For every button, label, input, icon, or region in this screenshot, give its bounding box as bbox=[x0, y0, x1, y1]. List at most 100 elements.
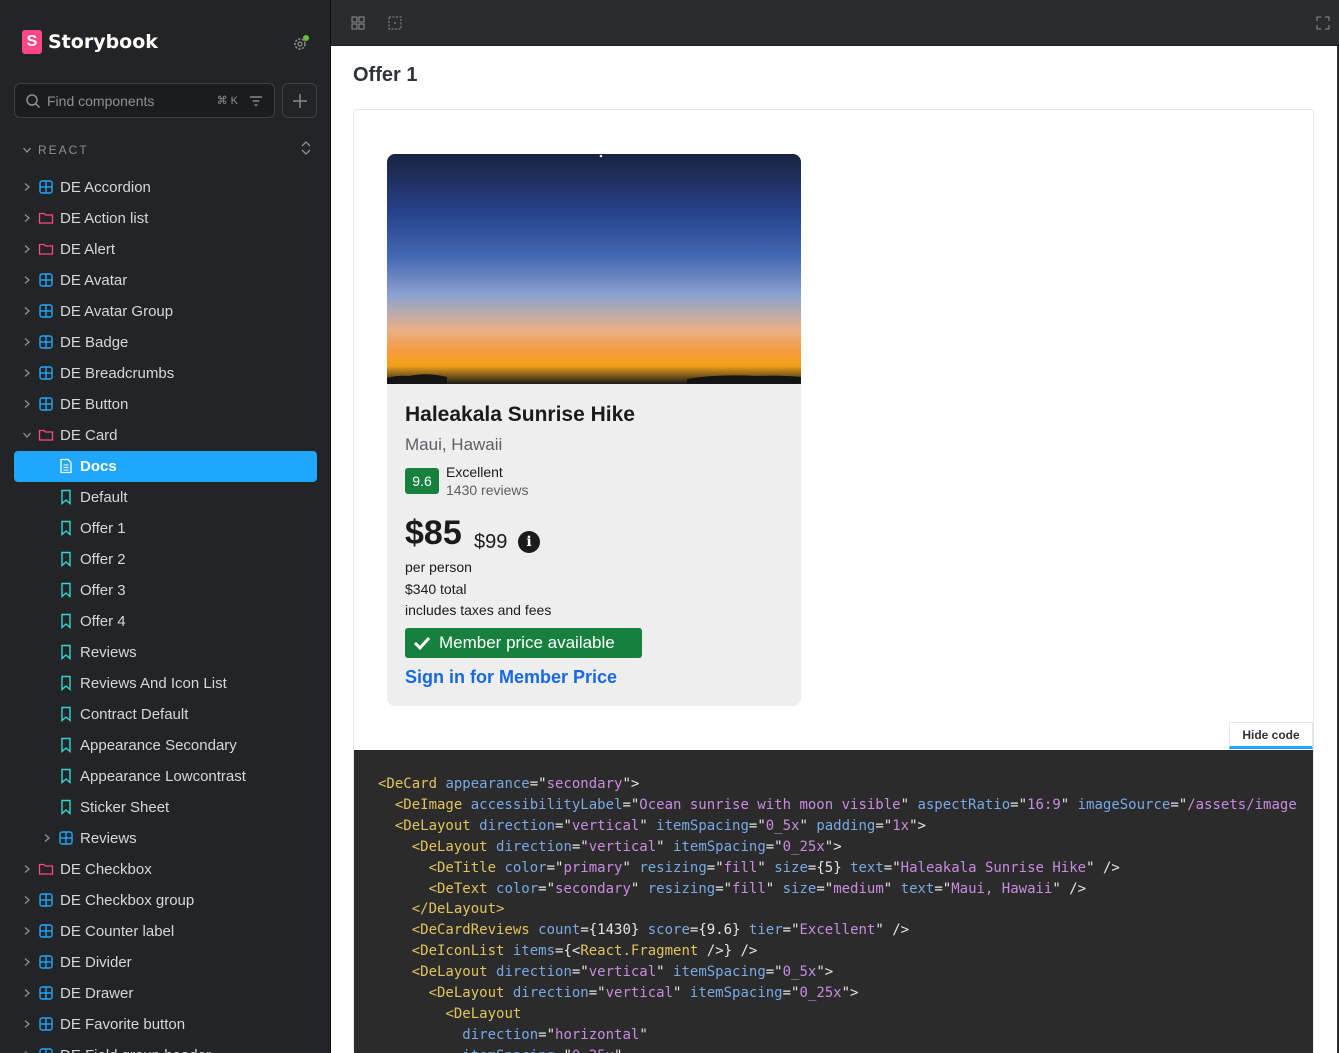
code-token: " bbox=[1060, 796, 1078, 813]
sidebar-item-label: DE Checkbox group bbox=[60, 892, 195, 909]
info-icon[interactable]: i bbox=[518, 531, 540, 553]
offer-card[interactable]: Haleakala Sunrise Hike Maui, Hawaii 9.6 … bbox=[387, 154, 801, 706]
code-token: " bbox=[883, 880, 901, 897]
code-token: =" bbox=[816, 880, 834, 897]
code-token: " /> bbox=[1052, 880, 1087, 897]
code-token: itemSpacing bbox=[462, 1048, 555, 1053]
add-button[interactable] bbox=[282, 83, 317, 118]
sidebar-item[interactable]: Default bbox=[14, 482, 317, 513]
search-box[interactable]: Find components ⌘ K bbox=[14, 83, 275, 118]
sidebar-item[interactable]: DE Counter label bbox=[14, 916, 317, 947]
sidebar-item[interactable]: Sticker Sheet bbox=[14, 792, 317, 823]
code-line: <DeText color="secondary" resizing="fill… bbox=[378, 879, 1313, 900]
bookmark-icon bbox=[61, 551, 71, 567]
sidebar-item[interactable]: DE Field group header bbox=[14, 1040, 317, 1053]
code-token: Haleakala Sunrise Hike bbox=[900, 859, 1087, 876]
sidebar-item[interactable]: Reviews bbox=[14, 823, 317, 854]
code-token: "> bbox=[816, 964, 834, 981]
sidebar-item[interactable]: Offer 3 bbox=[14, 575, 317, 606]
sidebar-item[interactable]: Offer 4 bbox=[14, 606, 317, 637]
sidebar-item-label: Default bbox=[80, 489, 128, 506]
code-token: direction bbox=[496, 838, 572, 855]
code-token: primary bbox=[563, 859, 623, 876]
sidebar-item[interactable]: Reviews And Icon List bbox=[14, 668, 317, 699]
sidebar-item[interactable]: DE Drawer bbox=[14, 978, 317, 1009]
chevron-right-icon bbox=[24, 896, 30, 904]
expand-collapse-icon[interactable] bbox=[300, 139, 312, 157]
fullscreen-icon[interactable] bbox=[1315, 15, 1331, 31]
code-token: resizing bbox=[639, 859, 707, 876]
sidebar-item-label: DE Action list bbox=[60, 210, 149, 227]
component-icon bbox=[39, 304, 53, 318]
settings-gear-icon[interactable] bbox=[292, 34, 310, 52]
filter-icon[interactable] bbox=[248, 93, 264, 109]
component-icon bbox=[39, 924, 53, 938]
sidebar-item[interactable]: DE Checkbox group bbox=[14, 885, 317, 916]
sidebar-item[interactable]: Reviews bbox=[14, 637, 317, 668]
outline-icon[interactable] bbox=[387, 15, 403, 31]
code-token: " bbox=[639, 817, 657, 834]
grid-icon[interactable] bbox=[350, 15, 366, 31]
sidebar-item[interactable]: Offer 2 bbox=[14, 544, 317, 575]
sidebar-item[interactable]: DE Breadcrumbs bbox=[14, 358, 317, 389]
sidebar-item[interactable]: DE Accordion bbox=[14, 172, 317, 203]
group-header[interactable]: REACT bbox=[22, 141, 312, 157]
code-token: <DeLayout bbox=[411, 964, 497, 981]
review-tier: Excellent bbox=[446, 464, 503, 480]
sidebar-item[interactable]: DE Avatar Group bbox=[14, 296, 317, 327]
code-token: /assets/image bbox=[1187, 796, 1297, 813]
sidebar-item[interactable]: Appearance Lowcontrast bbox=[14, 761, 317, 792]
search-input[interactable]: Find components bbox=[47, 93, 217, 109]
sidebar-item[interactable]: DE Alert bbox=[14, 234, 317, 265]
code-token: React.Fragment bbox=[580, 943, 699, 960]
component-icon bbox=[39, 335, 53, 349]
sidebar-item[interactable]: DE Avatar bbox=[14, 265, 317, 296]
code-token: "> bbox=[909, 817, 926, 834]
code-token: color bbox=[504, 859, 547, 876]
code-token: 0_25x bbox=[572, 1048, 614, 1053]
bookmark-icon bbox=[61, 644, 71, 660]
code-line: <DeCardReviews count={1430} score={9.6} … bbox=[378, 920, 1313, 941]
code-token: =" bbox=[748, 817, 766, 834]
code-line: <DeTitle color="primary" resizing="fill"… bbox=[378, 858, 1313, 879]
chevron-right-icon bbox=[24, 369, 30, 377]
hide-code-button[interactable]: Hide code bbox=[1229, 722, 1313, 749]
code-token: =" bbox=[883, 859, 901, 876]
code-token: size bbox=[782, 880, 817, 897]
bookmark-icon bbox=[61, 675, 71, 691]
sidebar-item[interactable]: Offer 1 bbox=[14, 513, 317, 544]
sidebar-item-label: DE Counter label bbox=[60, 923, 175, 940]
sidebar-item[interactable]: DE Divider bbox=[14, 947, 317, 978]
sidebar-item[interactable]: DE Button bbox=[14, 389, 317, 420]
component-icon bbox=[39, 986, 53, 1000]
search-shortcut-hint: ⌘ K bbox=[216, 95, 238, 107]
code-token: " bbox=[799, 817, 817, 834]
code-token: " bbox=[900, 796, 918, 813]
component-icon bbox=[39, 955, 53, 969]
sidebar-item[interactable]: DE Favorite button bbox=[14, 1009, 317, 1040]
sidebar-item-label: DE Favorite button bbox=[60, 1016, 186, 1033]
sidebar-item[interactable]: DE Card bbox=[14, 420, 317, 451]
sidebar-item[interactable]: Docs bbox=[14, 451, 317, 482]
sidebar-item-label: DE Drawer bbox=[60, 985, 134, 1002]
sidebar-item[interactable]: Contract Default bbox=[14, 699, 317, 730]
sidebar-item[interactable]: DE Action list bbox=[14, 203, 317, 234]
code-token: ={9.6} bbox=[689, 922, 749, 939]
storybook-app: S Storybook Find components ⌘ K REACT DE… bbox=[0, 0, 1339, 1053]
chevron-right-icon bbox=[44, 834, 50, 842]
sidebar-item[interactable]: Appearance Secondary bbox=[14, 730, 317, 761]
sidebar-item[interactable]: DE Badge bbox=[14, 327, 317, 358]
code-token: " bbox=[656, 964, 674, 981]
code-token: =" bbox=[546, 859, 564, 876]
sidebar-item[interactable]: DE Checkbox bbox=[14, 854, 317, 885]
brand[interactable]: S Storybook bbox=[22, 30, 158, 54]
code-token: medium bbox=[833, 880, 884, 897]
chevron-right-icon bbox=[24, 245, 30, 253]
sidebar-item-label: Appearance Secondary bbox=[80, 737, 237, 754]
bookmark-icon bbox=[61, 613, 71, 629]
chevron-right-icon bbox=[24, 989, 30, 997]
sign-in-link[interactable]: Sign in for Member Price bbox=[405, 667, 617, 688]
